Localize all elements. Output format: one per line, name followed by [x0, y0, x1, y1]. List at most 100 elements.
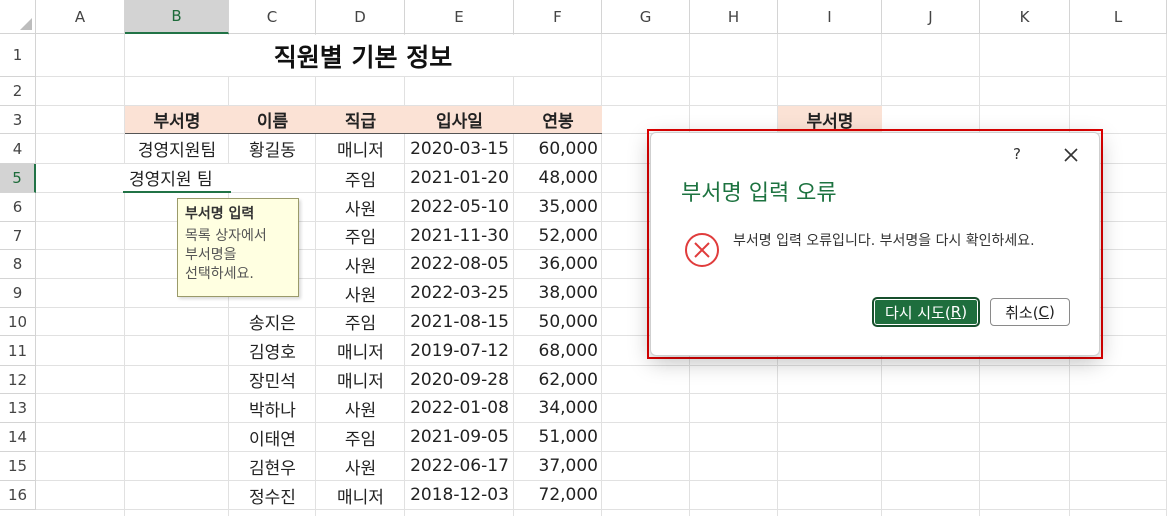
retry-button-label: 다시 시도(: [884, 303, 951, 322]
table-cell-name[interactable]: 김현우: [229, 452, 316, 480]
table-cell-rank[interactable]: 주임: [316, 423, 405, 451]
row-header-6[interactable]: 6: [0, 193, 36, 222]
table-cell-name[interactable]: 정수진: [229, 481, 316, 509]
table-cell-name[interactable]: 이태연: [229, 423, 316, 451]
table-cell-salary[interactable]: 34,000: [514, 394, 602, 422]
row-header-3[interactable]: 3: [0, 106, 36, 134]
row-header-2[interactable]: 2: [0, 77, 36, 106]
table-cell-date[interactable]: 2022-05-10: [405, 193, 514, 221]
table-cell-date[interactable]: 2021-01-20: [405, 164, 514, 192]
table-cell-name[interactable]: 김영호: [229, 336, 316, 365]
retry-button-accesskey: R: [950, 303, 962, 321]
table-header-cell[interactable]: 부서명: [125, 106, 229, 133]
cancel-button[interactable]: 취소(C): [990, 298, 1070, 326]
row-header-1[interactable]: 1: [0, 34, 36, 77]
table-cell-rank[interactable]: 매니저: [316, 481, 405, 509]
table-cell-rank[interactable]: 매니저: [316, 336, 405, 365]
row-header-15[interactable]: 15: [0, 452, 36, 481]
table-cell-name[interactable]: 송지은: [229, 308, 316, 335]
table-cell-salary[interactable]: 48,000: [514, 164, 602, 192]
column-header-a[interactable]: A: [36, 0, 125, 34]
column-header-l[interactable]: L: [1070, 0, 1167, 34]
table-cell-salary[interactable]: 51,000: [514, 423, 602, 451]
editing-cell-b5[interactable]: 경영지원 팀: [123, 164, 231, 193]
table-cell-salary[interactable]: 62,000: [514, 366, 602, 393]
column-header-c[interactable]: C: [229, 0, 316, 34]
table-cell-date[interactable]: 2020-09-28: [405, 366, 514, 393]
row-header-8[interactable]: 8: [0, 250, 36, 279]
table-header-cell[interactable]: 이름: [229, 106, 316, 133]
gridline: [36, 76, 1167, 77]
column-header-k[interactable]: K: [980, 0, 1070, 34]
table-cell-date[interactable]: 2022-03-25: [405, 279, 514, 307]
error-dialog: ? 부서명 입력 오류 부서명 입력 오류입니다. 부서명을 다시 확인하세요.…: [650, 132, 1100, 356]
table-cell-date[interactable]: 2022-08-05: [405, 250, 514, 278]
row-header-13[interactable]: 13: [0, 394, 36, 423]
table-cell-salary[interactable]: 37,000: [514, 452, 602, 480]
row-header-10[interactable]: 10: [0, 308, 36, 336]
table-cell-salary[interactable]: 36,000: [514, 250, 602, 278]
table-cell-rank[interactable]: 사원: [316, 279, 405, 307]
column-header-h[interactable]: H: [690, 0, 778, 34]
table-cell-date[interactable]: 2019-07-12: [405, 336, 514, 365]
table-cell-rank[interactable]: 주임: [316, 308, 405, 335]
table-cell-name[interactable]: 박하나: [229, 394, 316, 422]
header-bottom-border: [125, 133, 602, 134]
retry-button[interactable]: 다시 시도(R): [873, 298, 979, 326]
table-cell-salary[interactable]: 52,000: [514, 222, 602, 249]
row-header-11[interactable]: 11: [0, 336, 36, 366]
table-cell-rank[interactable]: 매니저: [316, 366, 405, 393]
table-cell-rank[interactable]: 사원: [316, 394, 405, 422]
table-cell-date[interactable]: 2021-09-05: [405, 423, 514, 451]
row-header-5[interactable]: 5: [0, 164, 36, 193]
table-cell-rank[interactable]: 주임: [316, 164, 405, 192]
table-cell-date[interactable]: 2020-03-15: [405, 134, 514, 163]
table-header-cell[interactable]: 입사일: [405, 106, 514, 133]
column-header-d[interactable]: D: [316, 0, 405, 34]
sheet-title[interactable]: 직원별 기본 정보: [125, 35, 601, 76]
table-cell-date[interactable]: 2018-12-03: [405, 481, 514, 509]
table-cell-name[interactable]: 장민석: [229, 366, 316, 393]
table-cell-date[interactable]: 2021-08-15: [405, 308, 514, 335]
row-header-16[interactable]: 16: [0, 481, 36, 510]
cancel-button-accesskey: C: [1038, 303, 1050, 321]
table-cell-salary[interactable]: 72,000: [514, 481, 602, 509]
retry-button-paren: ): [961, 303, 968, 321]
table-cell-rank[interactable]: 사원: [316, 193, 405, 221]
column-header-b[interactable]: B: [125, 0, 229, 34]
table-cell-rank[interactable]: 주임: [316, 222, 405, 249]
row-header-9[interactable]: 9: [0, 279, 36, 308]
table-cell-date[interactable]: 2022-01-08: [405, 394, 514, 422]
row-header-4[interactable]: 4: [0, 134, 36, 164]
cancel-button-label: 취소(: [1005, 303, 1039, 322]
column-header-g[interactable]: G: [602, 0, 690, 34]
table-cell-salary[interactable]: 35,000: [514, 193, 602, 221]
row-header-12[interactable]: 12: [0, 366, 36, 394]
table-cell-dept[interactable]: 경영지원팀: [125, 134, 229, 163]
table-cell-salary[interactable]: 68,000: [514, 336, 602, 365]
table-cell-salary[interactable]: 50,000: [514, 308, 602, 335]
table-cell-name[interactable]: 황길동: [229, 134, 316, 163]
column-header-j[interactable]: J: [882, 0, 980, 34]
close-icon[interactable]: [1059, 143, 1083, 167]
table-cell-date[interactable]: 2021-11-30: [405, 222, 514, 249]
table-cell-salary[interactable]: 38,000: [514, 279, 602, 307]
table-cell-rank[interactable]: 매니저: [316, 134, 405, 163]
input-message-tooltip: 부서명 입력 목록 상자에서 부서명을 선택하세요.: [177, 198, 299, 297]
dialog-message: 부서명 입력 오류입니다. 부서명을 다시 확인하세요.: [733, 233, 1035, 249]
table-header-cell[interactable]: 직급: [316, 106, 405, 133]
table-cell-salary[interactable]: 60,000: [514, 134, 602, 163]
row-header-14[interactable]: 14: [0, 423, 36, 452]
column-header-f[interactable]: F: [514, 0, 602, 34]
table-header-cell[interactable]: 연봉: [514, 106, 602, 133]
cancel-button-paren: ): [1049, 303, 1055, 321]
column-header-i[interactable]: I: [778, 0, 882, 34]
select-all-corner[interactable]: [0, 0, 36, 34]
column-header-e[interactable]: E: [405, 0, 514, 34]
error-icon: [683, 231, 721, 269]
table-cell-rank[interactable]: 사원: [316, 250, 405, 278]
table-cell-date[interactable]: 2022-06-17: [405, 452, 514, 480]
table-cell-rank[interactable]: 사원: [316, 452, 405, 480]
row-header-7[interactable]: 7: [0, 222, 36, 250]
help-button[interactable]: ?: [1007, 145, 1027, 163]
